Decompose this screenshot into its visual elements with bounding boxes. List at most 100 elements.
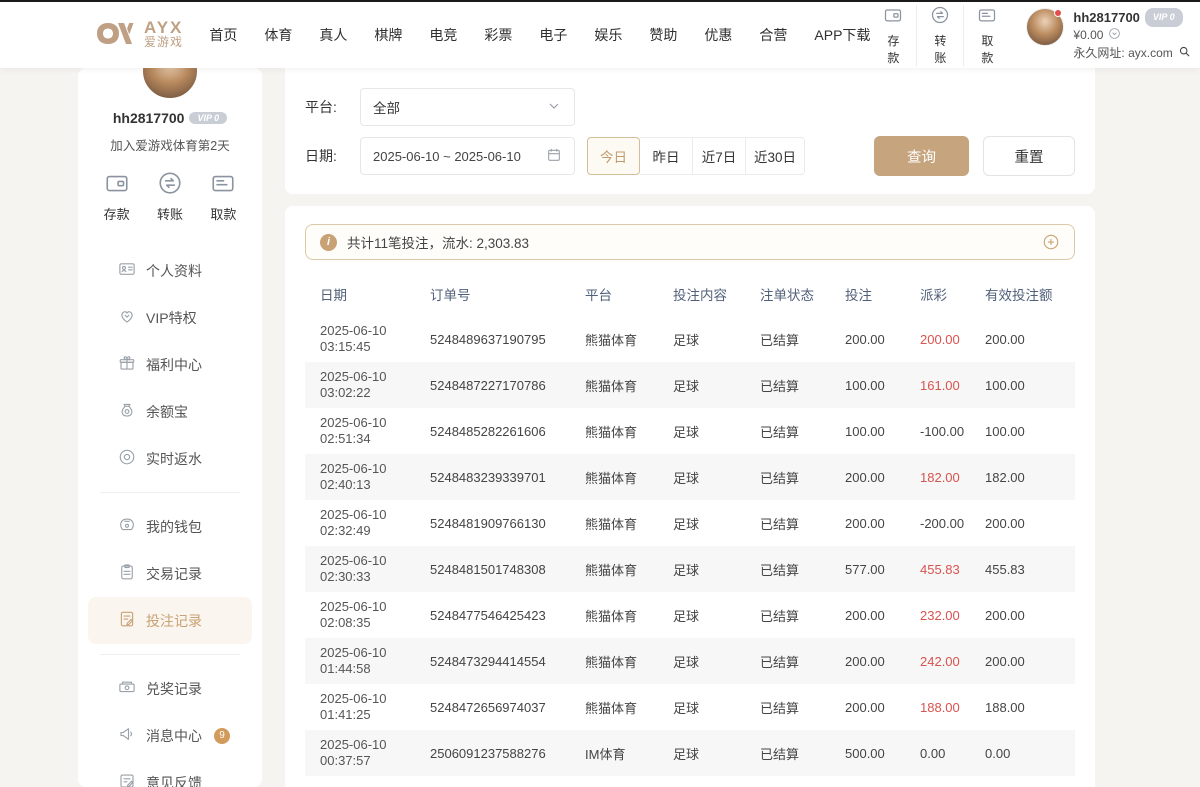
deposit-icon xyxy=(104,183,130,200)
sidebar-item-label: VIP特权 xyxy=(146,308,197,328)
header-action-2[interactable]: 取款 xyxy=(963,5,1010,66)
column-header: 投注 xyxy=(830,284,905,304)
plus-circle-icon[interactable] xyxy=(1042,233,1060,251)
sidebar-quick-actions: 存款 转账取款 xyxy=(78,170,262,223)
sidebar: hh2817700 VIP 0 加入爱游戏体育第2天 存款转账取款 个人资料VI… xyxy=(78,68,262,787)
reset-button[interactable]: 重置 xyxy=(983,136,1075,176)
notification-dot xyxy=(1054,9,1062,17)
bet-records-card: i 共计11笔投注，流水: 2,303.83 日期订单号平台投注内容注单状态投注… xyxy=(285,206,1095,787)
cell-payout: -200.00 xyxy=(905,516,970,531)
header-action-1[interactable]: 转账 xyxy=(916,5,963,66)
site-logo[interactable]: AYX 爱游戏 xyxy=(95,19,183,52)
date-range-value: 2025-06-10 ~ 2025-06-10 xyxy=(373,149,521,164)
nav-item-2[interactable]: 真人 xyxy=(319,25,347,45)
table-subtotal-row: 小计 —— —— 2477.00 1360.83 1825.83 xyxy=(305,776,1075,787)
cell-bet: 200.00 xyxy=(830,516,905,531)
cell-platform: 熊猫体育 xyxy=(570,376,658,395)
cell-bet: 200.00 xyxy=(830,470,905,485)
header-action-label: 取款 xyxy=(977,32,997,66)
nav-item-8[interactable]: 赞助 xyxy=(649,25,677,45)
sidebar-item-megaphone[interactable]: 消息中心9 xyxy=(88,712,252,759)
sidebar-item-id-card[interactable]: 个人资料 xyxy=(88,247,252,294)
cell-bet: 100.00 xyxy=(830,378,905,393)
cell-status: 已结算 xyxy=(745,560,830,579)
table-row: 2025-06-1003:02:22 5248487227170786 熊猫体育… xyxy=(305,362,1075,408)
sidebar-item-money-pouch[interactable]: 余额宝 xyxy=(88,388,252,435)
search-button[interactable]: 查询 xyxy=(874,136,969,176)
sidebar-item-prize[interactable]: 兑奖记录 xyxy=(88,665,252,712)
date-range-input[interactable]: 2025-06-10 ~ 2025-06-10 xyxy=(360,137,575,175)
sidebar-item-gift[interactable]: 福利中心 xyxy=(88,341,252,388)
table-row: 2025-06-1002:30:33 5248481501748308 熊猫体育… xyxy=(305,546,1075,592)
nav-item-7[interactable]: 娱乐 xyxy=(594,25,622,45)
range-button-0[interactable]: 今日 xyxy=(587,137,640,175)
cell-content: 足球 xyxy=(658,606,745,625)
cell-valid: 455.83 xyxy=(970,562,1075,577)
nav-item-10[interactable]: 合营 xyxy=(759,25,787,45)
column-header: 平台 xyxy=(570,284,658,304)
sidebar-action-1[interactable]: 转账 xyxy=(157,170,183,223)
cell-status: 已结算 xyxy=(745,468,830,487)
sidebar-item-label: 兑奖记录 xyxy=(146,679,202,699)
header-action-label: 转账 xyxy=(930,32,950,66)
cell-payout: 455.83 xyxy=(905,562,970,577)
date-quick-range-group: 今日昨日近7日近30日 xyxy=(587,137,805,175)
cell-payout: 232.00 xyxy=(905,608,970,623)
cell-bet: 500.00 xyxy=(830,746,905,761)
sidebar-item-wallet[interactable]: 我的钱包 xyxy=(88,503,252,550)
table-row: 2025-06-1001:41:25 5248472656974037 熊猫体育… xyxy=(305,684,1075,730)
id-card-icon xyxy=(118,260,136,281)
platform-select[interactable]: 全部 xyxy=(360,88,575,126)
nav-item-4[interactable]: 电竞 xyxy=(429,25,457,45)
cell-date: 2025-06-1002:30:33 xyxy=(305,547,415,591)
nav-item-9[interactable]: 优惠 xyxy=(704,25,732,45)
table-row: 2025-06-1002:08:35 5248477546425423 熊猫体育… xyxy=(305,592,1075,638)
nav-item-5[interactable]: 彩票 xyxy=(484,25,512,45)
calendar-icon xyxy=(546,147,562,166)
header-action-0[interactable]: 存款 xyxy=(870,5,916,66)
sidebar-item-transaction[interactable]: 交易记录 xyxy=(88,550,252,597)
cell-status: 已结算 xyxy=(745,422,830,441)
deposit-icon xyxy=(883,12,903,29)
sidebar-action-0[interactable]: 存款 xyxy=(104,170,130,223)
cell-order: 5248487227170786 xyxy=(415,378,570,393)
sidebar-item-label: 个人资料 xyxy=(146,261,202,281)
sidebar-action-label: 存款 xyxy=(104,204,130,223)
sidebar-divider xyxy=(100,492,240,493)
cell-date: 2025-06-1001:44:58 xyxy=(305,639,415,683)
range-button-3[interactable]: 近30日 xyxy=(746,137,805,175)
range-button-1[interactable]: 昨日 xyxy=(640,137,693,175)
header-user-cluster[interactable]: hh2817700 VIP 0 ¥0.00 永久网址: ayx.com xyxy=(1026,8,1190,63)
permanent-url: 永久网址: ayx.com xyxy=(1073,45,1172,62)
transfer-icon xyxy=(157,183,183,200)
sidebar-item-rebate[interactable]: 实时返水 xyxy=(88,435,252,482)
range-button-2[interactable]: 近7日 xyxy=(693,137,746,175)
sidebar-item-feedback[interactable]: 意见反馈 xyxy=(88,759,252,787)
avatar[interactable] xyxy=(1026,8,1064,46)
cell-valid: 100.00 xyxy=(970,424,1075,439)
nav-item-6[interactable]: 电子 xyxy=(539,25,567,45)
cell-platform: 熊猫体育 xyxy=(570,422,658,441)
sidebar-item-bet-record[interactable]: 投注记录 xyxy=(88,597,252,644)
cell-status: 已结算 xyxy=(745,652,830,671)
logo-text-en: AYX xyxy=(144,20,183,35)
balance-chevron-icon[interactable] xyxy=(1108,27,1121,45)
cell-bet: 200.00 xyxy=(830,700,905,715)
cell-valid: 200.00 xyxy=(970,654,1075,669)
cell-order: 5248472656974037 xyxy=(415,700,570,715)
nav-item-0[interactable]: 首页 xyxy=(209,25,237,45)
search-icon[interactable] xyxy=(1178,45,1191,63)
withdraw-icon xyxy=(977,12,997,29)
cell-valid: 100.00 xyxy=(970,378,1075,393)
cell-date: 2025-06-1002:40:13 xyxy=(305,455,415,499)
nav-item-1[interactable]: 体育 xyxy=(264,25,292,45)
nav-item-3[interactable]: 棋牌 xyxy=(374,25,402,45)
column-header: 投注内容 xyxy=(658,284,745,304)
sidebar-action-2[interactable]: 取款 xyxy=(210,170,236,223)
sidebar-item-label: 消息中心 xyxy=(146,726,202,746)
sidebar-item-vip-heart[interactable]: VIP特权 xyxy=(88,294,252,341)
cell-content: 足球 xyxy=(658,330,745,349)
cell-status: 已结算 xyxy=(745,330,830,349)
nav-item-11[interactable]: APP下载 xyxy=(814,25,870,45)
cell-date: 2025-06-1003:02:22 xyxy=(305,363,415,407)
